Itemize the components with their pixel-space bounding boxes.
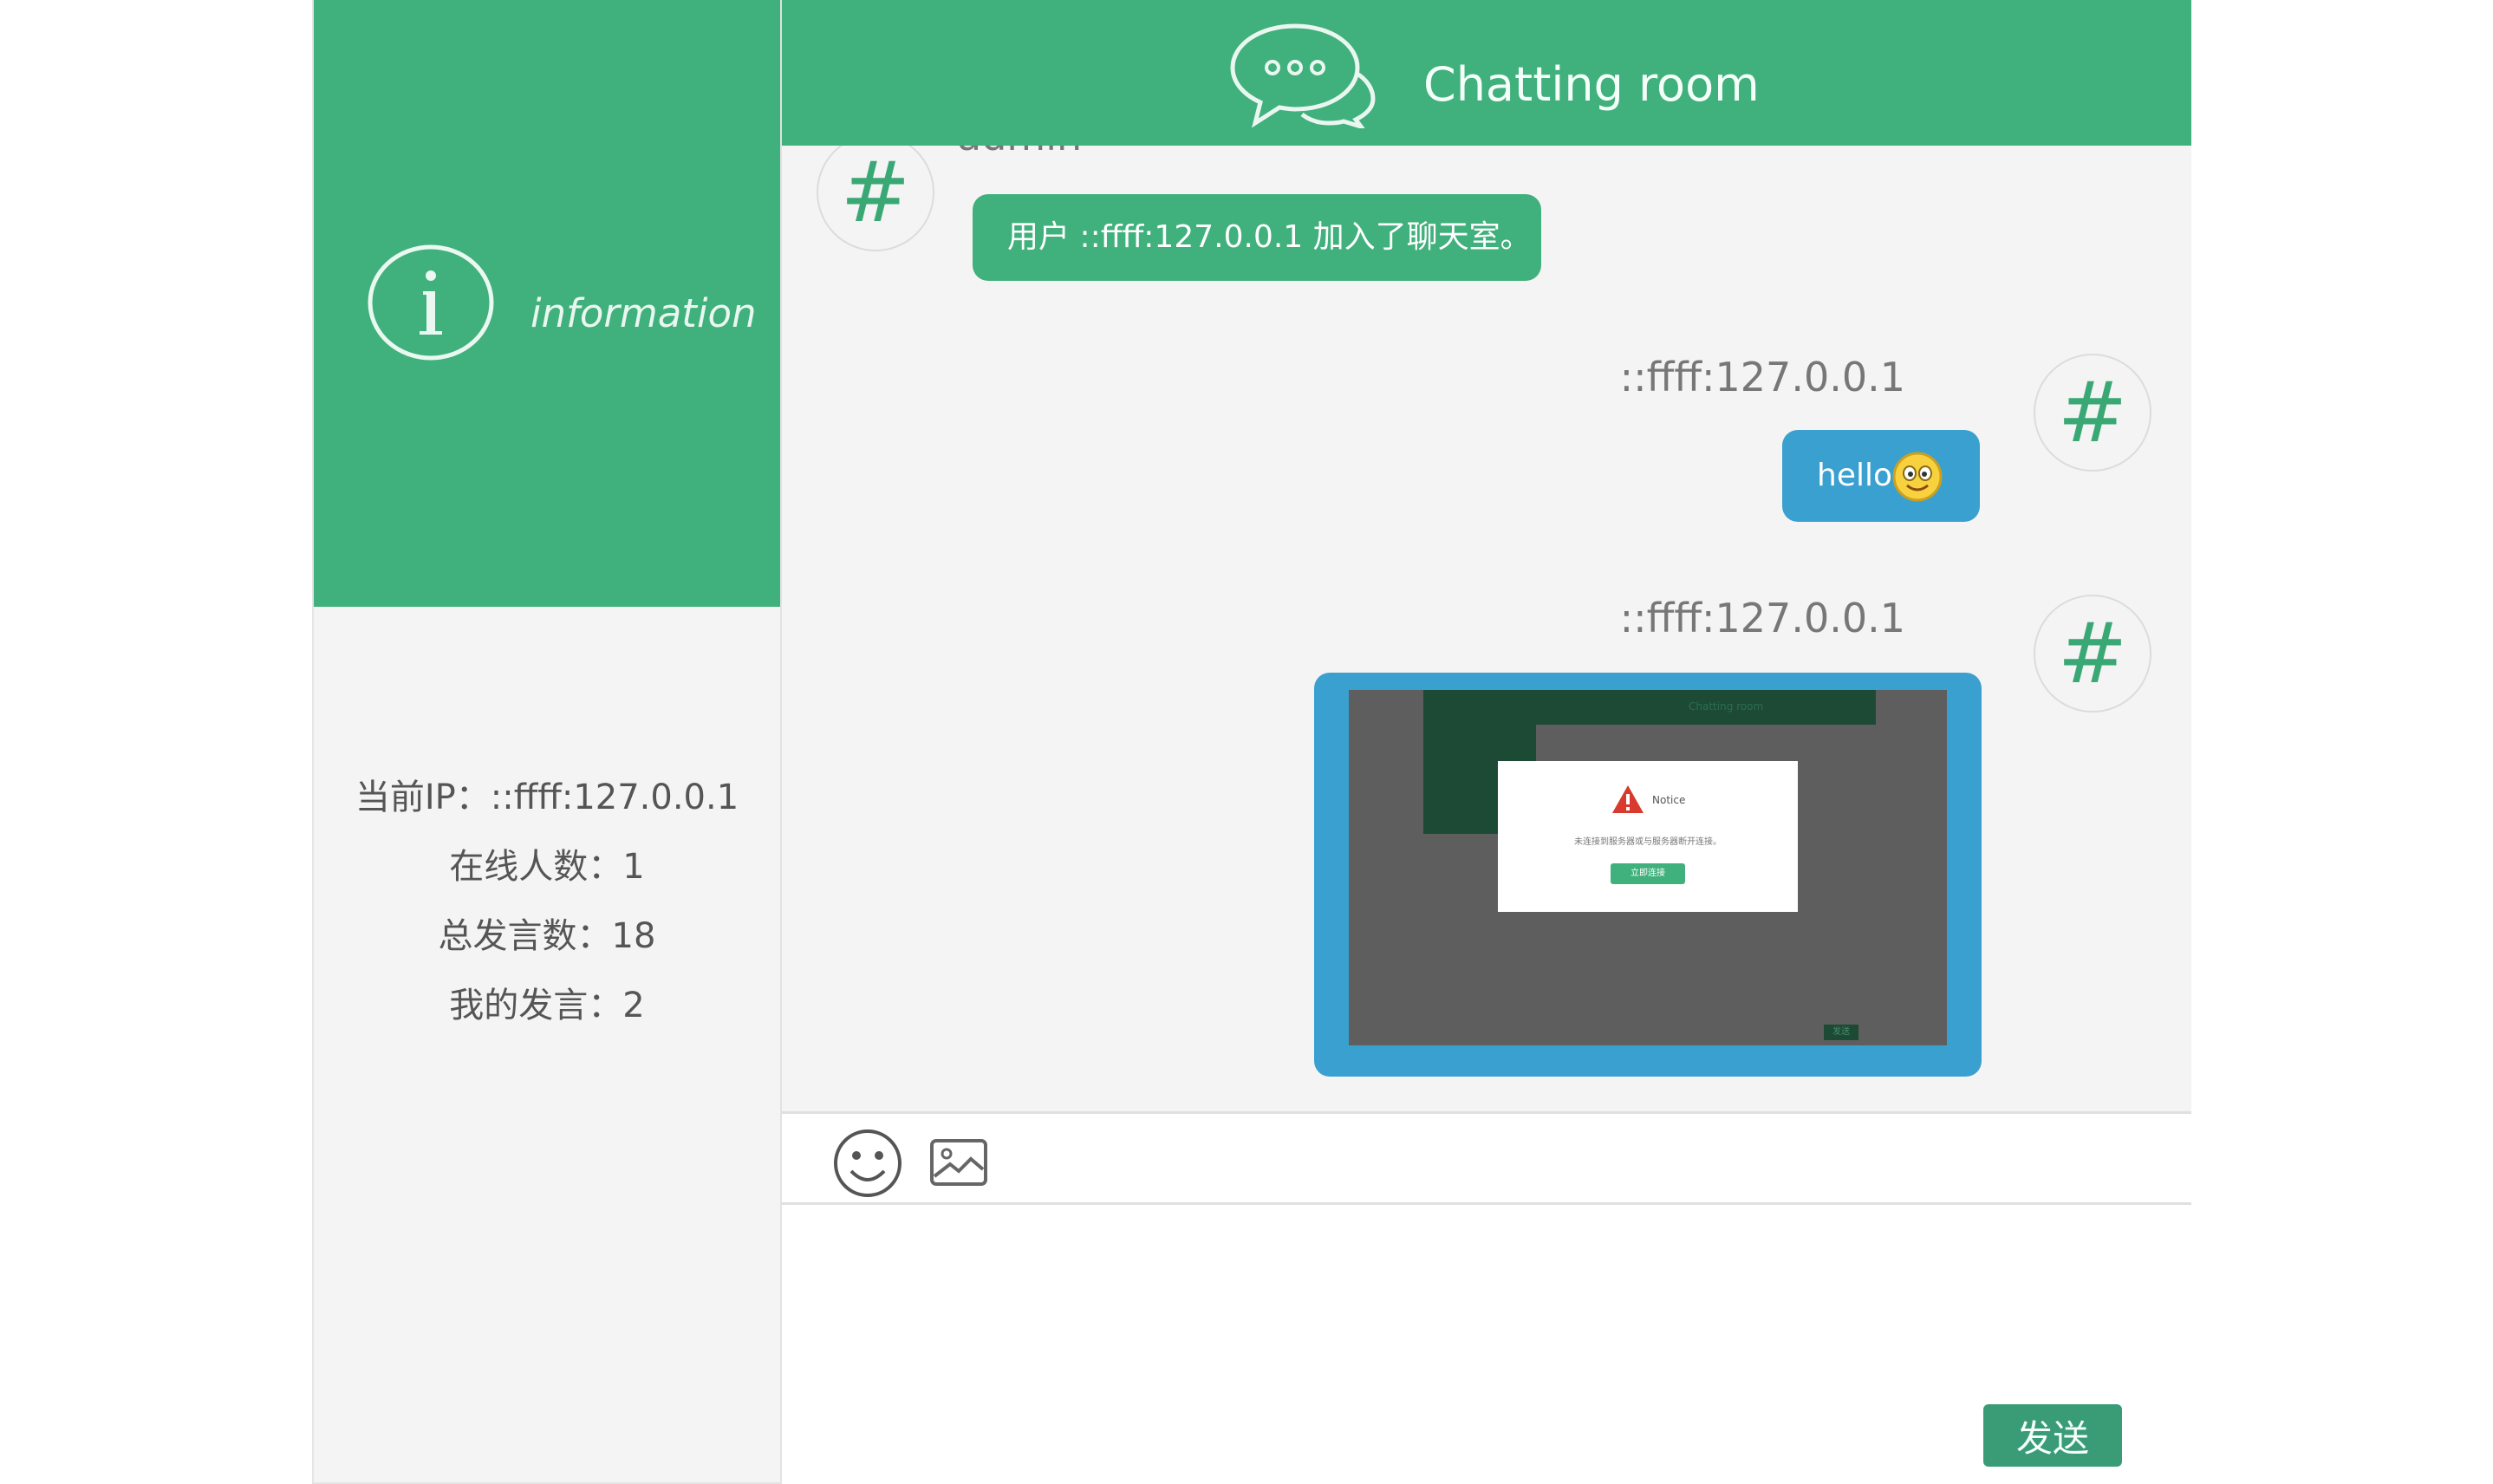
image-icon[interactable] — [929, 1138, 988, 1187]
message-list[interactable]: # admin 用户 ::ffff:127.0.0.1 加入了聊天室。 # ::… — [782, 146, 2191, 1111]
thumbnail-connect-button: 立即连接 — [1611, 863, 1685, 884]
stats: 当前IP：::ffff:127.0.0.1 在线人数：1 总发言数：18 我的发… — [314, 770, 780, 1047]
avatar: # — [817, 146, 934, 251]
stat-online-count: 在线人数：1 — [449, 847, 645, 887]
chat-app: information 当前IP：::ffff:127.0.0.1 在线人数：1… — [312, 0, 2191, 1484]
sender-name: admin — [957, 146, 1082, 159]
page-title: Chatting room — [1423, 57, 1760, 112]
avatar: # — [2034, 354, 2151, 472]
image-bubble: Chatting room Notice 未连接到服务器或与服务器断开连接。 立… — [1314, 673, 1982, 1077]
avatar: # — [2034, 595, 2151, 713]
smiley-icon[interactable] — [832, 1128, 903, 1199]
chat-bubbles-icon — [1230, 23, 1376, 128]
header: Chatting room — [782, 0, 2191, 146]
message-bubble: 用户 ::ffff:127.0.0.1 加入了聊天室。 — [973, 194, 1541, 281]
screenshot-image[interactable]: Chatting room Notice 未连接到服务器或与服务器断开连接。 立… — [1349, 690, 1947, 1045]
info-icon — [368, 244, 494, 361]
smiling-face-emoji — [1892, 452, 1943, 502]
stat-total-messages: 总发言数：18 — [438, 916, 656, 956]
sidebar: information 当前IP：::ffff:127.0.0.1 在线人数：1… — [314, 0, 782, 1482]
warning-icon — [1612, 785, 1644, 813]
info-panel: information — [314, 0, 780, 607]
sender-name: ::ffff:127.0.0.1 — [1619, 595, 1905, 641]
chat-main: Chatting room # admin 用户 ::ffff:127.0.0.… — [782, 0, 2191, 1484]
message-bubble: hello — [1782, 430, 1980, 522]
thumbnail-title: Chatting room — [1689, 700, 1764, 713]
thumbnail-notice-title: Notice — [1652, 794, 1686, 806]
input-toolbar — [782, 1111, 2191, 1205]
stat-current-ip: 当前IP：::ffff:127.0.0.1 — [355, 778, 739, 817]
sender-name: ::ffff:127.0.0.1 — [1619, 354, 1905, 400]
thumbnail-send: 发送 — [1824, 1025, 1858, 1040]
thumbnail-notice: Notice 未连接到服务器或与服务器断开连接。 立即连接 — [1498, 761, 1798, 912]
thumbnail-notice-text: 未连接到服务器或与服务器断开连接。 — [1574, 837, 1722, 847]
info-label: information — [530, 290, 757, 336]
stat-my-messages: 我的发言：2 — [449, 986, 645, 1025]
send-button[interactable]: 发送 — [1983, 1404, 2122, 1467]
message-input[interactable] — [782, 1205, 2191, 1484]
